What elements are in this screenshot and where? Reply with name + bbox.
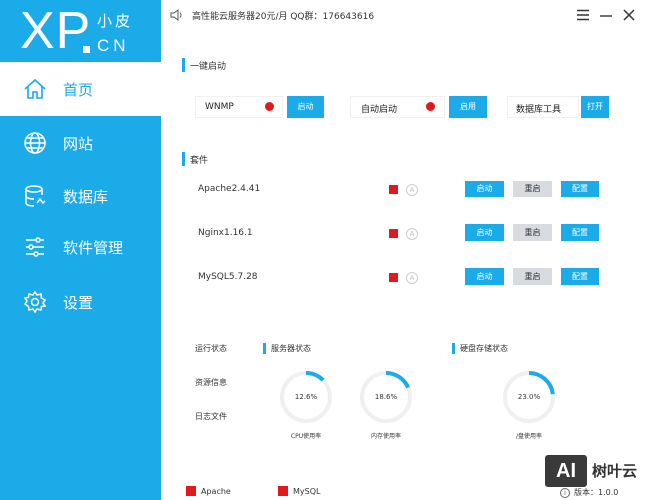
apache-start-button[interactable]: 启动 [465, 181, 504, 197]
apache-restart-button[interactable]: 重启 [513, 181, 552, 197]
section-title-server-status: 服务器状态 [263, 343, 311, 354]
nav-item-website[interactable]: 网站 [0, 116, 161, 170]
quick-start-label: 数据库工具 [516, 105, 562, 115]
suite-name: MySQL5.7.28 [198, 272, 258, 282]
section-title-text: 硬盘存储状态 [460, 344, 508, 353]
logo-suffix: CN [97, 36, 130, 55]
disk-gauge-value: 23.0% [517, 393, 541, 401]
autostart-enable-button[interactable]: 启用 [449, 96, 487, 118]
legend-label: MySQL [293, 486, 321, 496]
suite-name: Apache2.4.41 [198, 184, 261, 194]
logo-dot [83, 46, 90, 53]
legend-label: Apache [201, 486, 231, 496]
legend-swatch [186, 486, 196, 496]
legend-swatch [278, 486, 288, 496]
link-run-status[interactable]: 运行状态 [195, 343, 227, 354]
link-resource-info[interactable]: 资源信息 [195, 377, 227, 388]
nginx-restart-button[interactable]: 重启 [513, 224, 552, 241]
status-indicator [389, 185, 398, 194]
section-bar [263, 343, 266, 354]
watermark-text: 树叶云 [592, 462, 638, 480]
nav-item-software[interactable]: 软件管理 [0, 220, 161, 274]
nav-item-settings[interactable]: 设置 [0, 275, 161, 329]
close-icon[interactable] [621, 7, 637, 23]
sidebar: XP 小皮 CN 首页 网站 数据库 软件管理 设置 [0, 0, 161, 500]
section-title-disk-status: 硬盘存储状态 [452, 343, 508, 354]
section-bar [452, 343, 455, 354]
nav-label: 网站 [63, 134, 94, 153]
auto-icon[interactable]: A [406, 228, 418, 240]
mysql-restart-button[interactable]: 重启 [513, 268, 552, 285]
section-title-suite: 套件 [182, 152, 208, 166]
section-bar [182, 58, 185, 72]
status-indicator [389, 273, 398, 282]
info-icon[interactable]: i [560, 487, 570, 498]
app-logo: XP 小皮 CN [0, 0, 161, 62]
gear-icon [23, 290, 47, 314]
suite-name: Nginx1.16.1 [198, 228, 253, 238]
dbtool-open-button[interactable]: 打开 [581, 96, 609, 118]
nginx-start-button[interactable]: 启动 [465, 224, 504, 241]
status-dot [265, 102, 274, 111]
quick-start-label: 自动启动 [361, 105, 398, 115]
menu-icon[interactable] [575, 7, 591, 23]
logo-text: XP [20, 2, 92, 60]
status-indicator [389, 229, 398, 238]
nav-item-home[interactable]: 首页 [0, 62, 161, 116]
nav-label: 数据库 [63, 187, 109, 206]
top-notice[interactable]: 高性能云服务器20元/月 QQ群：176643616 [192, 9, 374, 22]
mysql-start-button[interactable]: 启动 [465, 268, 504, 285]
auto-icon[interactable]: A [406, 184, 418, 196]
memory-gauge-caption: 内存使用率 [370, 433, 401, 440]
database-icon [25, 185, 46, 207]
nav-label: 首页 [63, 80, 94, 99]
nav-item-database[interactable]: 数据库 [0, 169, 161, 223]
logo-name: 小皮 [97, 12, 134, 30]
watermark-logo: AI [545, 455, 587, 487]
link-log-files[interactable]: 日志文件 [195, 411, 227, 422]
mysql-config-button[interactable]: 配置 [561, 268, 599, 285]
cpu-gauge-value: 12.6% [294, 393, 318, 401]
legend-apache: Apache [186, 486, 231, 496]
nav-label: 软件管理 [63, 238, 124, 257]
section-bar [182, 152, 185, 166]
auto-icon[interactable]: A [406, 272, 418, 284]
cpu-gauge-caption: CPU使用率 [290, 433, 322, 440]
quick-start-label: WNMP [205, 102, 234, 112]
section-title-text: 套件 [190, 155, 209, 166]
speaker-icon [170, 9, 182, 21]
sliders-icon [26, 237, 44, 257]
wnmp-start-button[interactable]: 启动 [287, 96, 324, 118]
disk-gauge-caption: /盘使用率 [515, 433, 543, 440]
version-text: 版本：1.0.0 [574, 488, 619, 497]
globe-icon [24, 132, 46, 154]
nav-label: 设置 [63, 293, 94, 312]
nginx-config-button[interactable]: 配置 [561, 224, 599, 241]
section-title-quick-start: 一键启动 [182, 58, 226, 72]
minimize-icon[interactable] [598, 7, 614, 23]
memory-gauge-value: 18.6% [374, 393, 398, 401]
status-dot [426, 102, 435, 111]
apache-config-button[interactable]: 配置 [561, 181, 599, 197]
legend-mysql: MySQL [278, 486, 320, 496]
home-icon [24, 78, 46, 99]
section-title-text: 服务器状态 [271, 344, 311, 353]
section-title-text: 一键启动 [190, 61, 227, 72]
version-info: i 版本：1.0.0 [560, 487, 618, 498]
